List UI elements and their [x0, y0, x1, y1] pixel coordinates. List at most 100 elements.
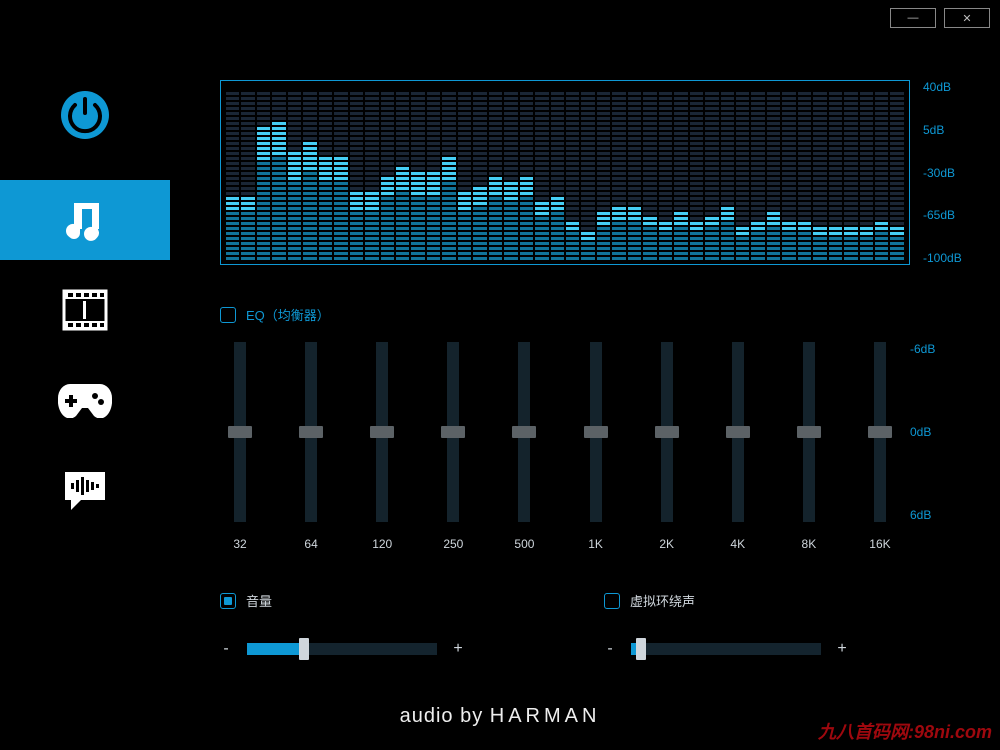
eq-track[interactable] — [590, 342, 602, 522]
eq-track[interactable] — [376, 342, 388, 522]
eq-band-slider[interactable]: 16K — [860, 342, 900, 551]
eq-band-label: 4K — [730, 537, 745, 551]
db-label: -65dB — [923, 208, 962, 222]
eq-track[interactable] — [234, 342, 246, 522]
eq-band-label: 500 — [514, 537, 534, 551]
spectrum-bar — [350, 88, 363, 264]
spectrum-bar — [798, 88, 811, 264]
eq-band-label: 250 — [443, 537, 463, 551]
sidebar — [0, 60, 170, 540]
eq-band-slider[interactable]: 1K — [576, 342, 616, 551]
spectrum-bar — [875, 88, 888, 264]
eq-band-label: 32 — [233, 537, 246, 551]
bottom-options: 音量 - + 虚拟环绕声 - + — [220, 591, 970, 658]
eq-track[interactable] — [305, 342, 317, 522]
spectrum-bar — [643, 88, 656, 264]
sidebar-item-music[interactable] — [0, 180, 170, 260]
surround-checkbox[interactable] — [604, 593, 620, 609]
eq-track[interactable] — [447, 342, 459, 522]
spectrum-db-labels: 40dB 5dB -30dB -65dB -100dB — [915, 80, 962, 265]
eq-thumb[interactable] — [797, 426, 821, 438]
eq-track[interactable] — [803, 342, 815, 522]
db-label: 40dB — [923, 80, 962, 94]
sidebar-item-video[interactable] — [0, 270, 170, 350]
spectrum-bar — [473, 88, 486, 264]
spectrum-bar — [396, 88, 409, 264]
spectrum-bar — [411, 88, 424, 264]
spectrum-bar — [520, 88, 533, 264]
eq-band-label: 64 — [304, 537, 317, 551]
music-icon — [62, 197, 108, 243]
film-icon — [62, 289, 108, 331]
eq-band-slider[interactable]: 2K — [647, 342, 687, 551]
spectrum-bar — [628, 88, 641, 264]
eq-tick: 6dB — [910, 508, 935, 522]
eq-track[interactable] — [732, 342, 744, 522]
surround-increase[interactable]: + — [836, 640, 848, 658]
db-label: -100dB — [923, 251, 962, 265]
eq-band-slider[interactable]: 120 — [362, 342, 402, 551]
eq-band-label: 120 — [372, 537, 392, 551]
volume-increase[interactable]: + — [452, 640, 464, 658]
eq-band-slider[interactable]: 8K — [789, 342, 829, 551]
volume-checkbox[interactable] — [220, 593, 236, 609]
spectrum-bar — [535, 88, 548, 264]
eq-band-slider[interactable]: 250 — [433, 342, 473, 551]
eq-thumb[interactable] — [868, 426, 892, 438]
spectrum-bar — [813, 88, 826, 264]
spectrum-bar — [736, 88, 749, 264]
power-icon — [59, 89, 111, 141]
eq-thumb[interactable] — [655, 426, 679, 438]
eq-thumb[interactable] — [299, 426, 323, 438]
eq-band-label: 2K — [659, 537, 674, 551]
eq-track[interactable] — [518, 342, 530, 522]
eq-thumb[interactable] — [370, 426, 394, 438]
eq-band-slider[interactable]: 32 — [220, 342, 260, 551]
spectrum-bar — [458, 88, 471, 264]
eq-sliders-row: -6dB 0dB 6dB 32641202505001K2K4K8K16K — [220, 342, 900, 551]
eq-band-slider[interactable]: 64 — [291, 342, 331, 551]
volume-decrease[interactable]: - — [220, 640, 232, 658]
surround-decrease[interactable]: - — [604, 640, 616, 658]
eq-checkbox[interactable] — [220, 307, 236, 323]
surround-slider[interactable] — [631, 643, 821, 655]
spectrum-bar — [319, 88, 332, 264]
titlebar: — ✕ — [0, 0, 1000, 36]
spectrum-bar — [365, 88, 378, 264]
spectrum-bar — [612, 88, 625, 264]
sidebar-item-power[interactable] — [0, 60, 170, 170]
eq-track[interactable] — [874, 342, 886, 522]
spectrum-bar — [381, 88, 394, 264]
minimize-button[interactable]: — — [890, 8, 936, 28]
eq-section: EQ（均衡器） -6dB 0dB 6dB 32641202505001K2K4K… — [220, 305, 920, 551]
db-label: 5dB — [923, 123, 962, 137]
spectrum-bar — [829, 88, 842, 264]
eq-thumb[interactable] — [726, 426, 750, 438]
spectrum-bar — [334, 88, 347, 264]
main: 40dB 5dB -30dB -65dB -100dB EQ（均衡器） -6dB… — [220, 80, 970, 740]
eq-band-slider[interactable]: 500 — [504, 342, 544, 551]
eq-band-slider[interactable]: 4K — [718, 342, 758, 551]
eq-label: EQ（均衡器） — [246, 305, 330, 324]
spectrum-bar — [566, 88, 579, 264]
sidebar-item-voice[interactable] — [0, 450, 170, 530]
volume-block: 音量 - + — [220, 591, 464, 658]
spectrum-bar — [241, 88, 254, 264]
spectrum-bar — [659, 88, 672, 264]
eq-thumb[interactable] — [584, 426, 608, 438]
eq-thumb[interactable] — [441, 426, 465, 438]
sidebar-item-game[interactable] — [0, 360, 170, 440]
eq-tick-labels: -6dB 0dB 6dB — [910, 342, 935, 522]
watermark: 九八首码网:98ni.com — [818, 718, 992, 744]
spectrum-bar — [272, 88, 285, 264]
eq-thumb[interactable] — [512, 426, 536, 438]
close-button[interactable]: ✕ — [944, 8, 990, 28]
spectrum-bar — [751, 88, 764, 264]
volume-slider[interactable] — [247, 643, 437, 655]
eq-thumb[interactable] — [228, 426, 252, 438]
spectrum-display — [220, 80, 910, 265]
eq-track[interactable] — [661, 342, 673, 522]
spectrum-bar — [767, 88, 780, 264]
voice-icon — [61, 468, 109, 512]
eq-tick: -6dB — [910, 342, 935, 356]
